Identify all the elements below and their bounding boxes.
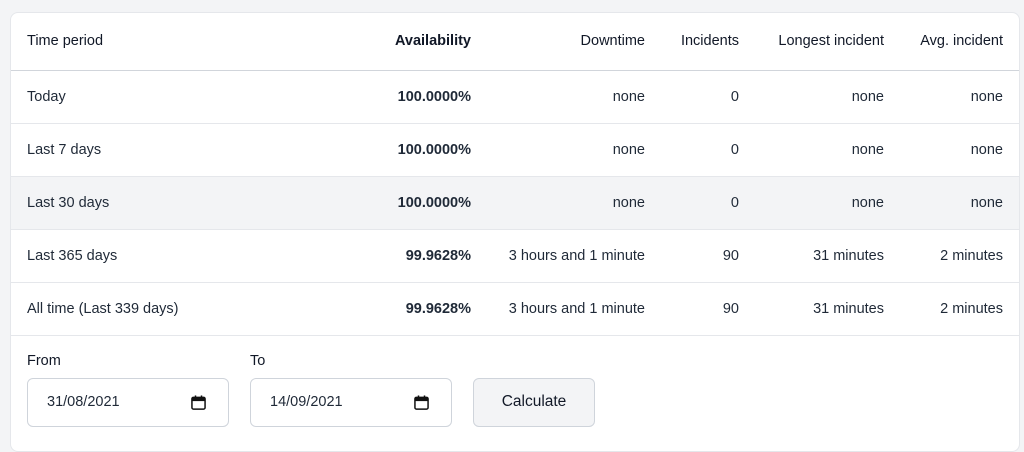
table-row: All time (Last 339 days) 99.9628% 3 hour… bbox=[11, 282, 1019, 335]
cell-availability: 99.9628% bbox=[405, 300, 471, 317]
cell-availability: 99.9628% bbox=[405, 247, 471, 264]
cell-incidents: 0 bbox=[730, 141, 739, 158]
cell-period: Last 7 days bbox=[27, 141, 102, 158]
calculate-button[interactable]: Calculate bbox=[473, 377, 595, 427]
cell-downtime: none bbox=[612, 141, 645, 158]
availability-card: Time period Availability Downtime Incide… bbox=[10, 12, 1020, 452]
cell-longest: 31 minutes bbox=[813, 300, 884, 317]
cell-downtime: none bbox=[612, 194, 645, 211]
availability-table: Time period Availability Downtime Incide… bbox=[11, 13, 1019, 336]
cell-incidents: 0 bbox=[730, 194, 739, 211]
cell-avg: none bbox=[970, 88, 1003, 105]
cell-downtime: none bbox=[612, 88, 645, 105]
table-row: Last 365 days 99.9628% 3 hours and 1 min… bbox=[11, 229, 1019, 282]
cell-avg: none bbox=[970, 194, 1003, 211]
cell-period: All time (Last 339 days) bbox=[27, 300, 179, 317]
cell-avg: 2 minutes bbox=[940, 300, 1003, 317]
cell-longest: none bbox=[851, 88, 884, 105]
header-time-period: Time period bbox=[27, 33, 104, 50]
cell-avg: 2 minutes bbox=[940, 247, 1003, 264]
header-avg-incident: Avg. incident bbox=[920, 33, 1003, 50]
header-incidents: Incidents bbox=[680, 33, 739, 50]
header-longest-incident: Longest incident bbox=[778, 33, 884, 50]
cell-longest: none bbox=[851, 194, 884, 211]
cell-period: Today bbox=[27, 88, 66, 105]
header-downtime: Downtime bbox=[580, 33, 645, 50]
cell-period: Last 30 days bbox=[27, 194, 110, 211]
table-header-row: Time period Availability Downtime Incide… bbox=[11, 13, 1019, 70]
calendar-icon[interactable] bbox=[414, 394, 429, 410]
date-range-form: From 31/08/2021 To 14/09/2021 Calculate bbox=[11, 336, 1019, 440]
to-label: To bbox=[250, 352, 266, 369]
from-date-value: 31/08/2021 bbox=[47, 393, 120, 410]
cell-period: Last 365 days bbox=[27, 247, 118, 264]
cell-availability: 100.0000% bbox=[397, 141, 471, 158]
calendar-icon[interactable] bbox=[191, 394, 206, 410]
table-row: Last 30 days 100.0000% none 0 none none bbox=[11, 176, 1019, 229]
table-row: Today 100.0000% none 0 none none bbox=[11, 70, 1019, 123]
cell-availability: 100.0000% bbox=[397, 194, 471, 211]
cell-avg: none bbox=[970, 141, 1003, 158]
cell-longest: 31 minutes bbox=[813, 247, 884, 264]
cell-incidents: 0 bbox=[730, 88, 739, 105]
from-date-input[interactable]: 31/08/2021 bbox=[27, 377, 229, 427]
to-date-value: 14/09/2021 bbox=[270, 393, 343, 410]
cell-downtime: 3 hours and 1 minute bbox=[508, 300, 645, 317]
cell-incidents: 90 bbox=[722, 300, 739, 317]
cell-incidents: 90 bbox=[722, 247, 739, 264]
to-date-input[interactable]: 14/09/2021 bbox=[250, 377, 452, 427]
cell-availability: 100.0000% bbox=[397, 88, 471, 105]
from-label: From bbox=[27, 352, 61, 369]
header-availability: Availability bbox=[394, 33, 471, 50]
cell-downtime: 3 hours and 1 minute bbox=[508, 247, 645, 264]
table-row: Last 7 days 100.0000% none 0 none none bbox=[11, 123, 1019, 176]
cell-longest: none bbox=[851, 141, 884, 158]
